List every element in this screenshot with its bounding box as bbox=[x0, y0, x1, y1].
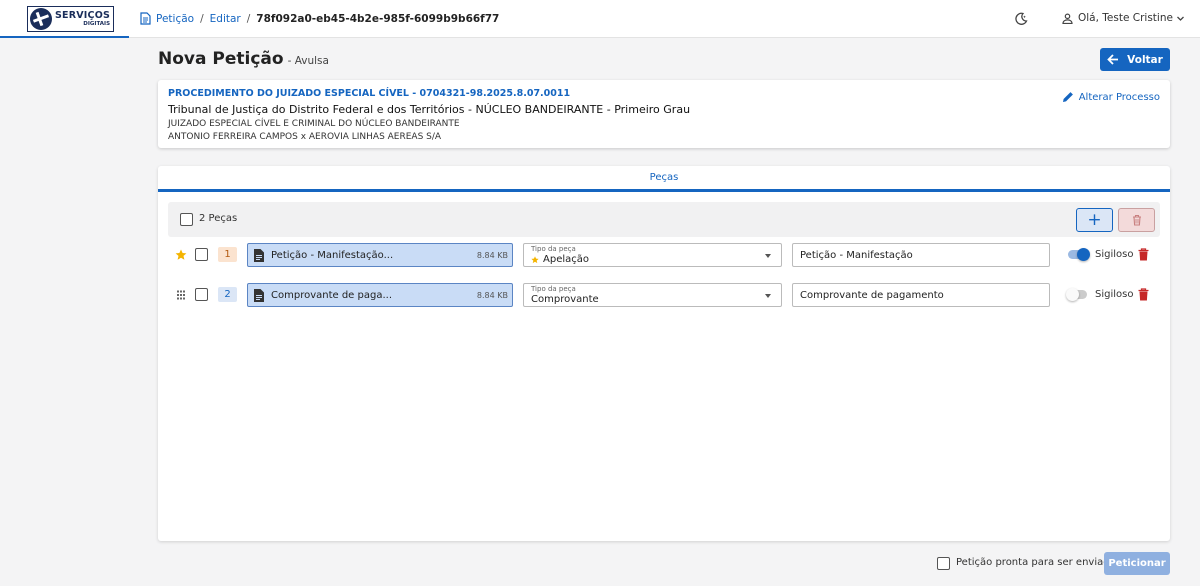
delete-pieces-button[interactable] bbox=[1118, 208, 1155, 232]
add-piece-button[interactable]: + bbox=[1076, 208, 1113, 232]
piece-type-select[interactable]: Tipo da peça Apelação bbox=[523, 243, 782, 267]
breadcrumb: Petição / Editar / 78f092a0-eb45-4b2e-98… bbox=[140, 12, 499, 25]
user-menu[interactable]: Olá, Teste Cristine bbox=[1062, 12, 1190, 24]
piece-file[interactable]: Comprovante de paga... 8.84 KB bbox=[247, 283, 513, 307]
confidential-toggle[interactable] bbox=[1066, 287, 1087, 301]
dark-mode-icon[interactable] bbox=[1014, 12, 1028, 26]
ready-to-send-label: Petição pronta para ser enviada bbox=[956, 557, 1116, 568]
breadcrumb-separator: / bbox=[200, 12, 204, 25]
dropdown-caret-icon bbox=[765, 254, 771, 258]
piece-file-size: 8.84 KB bbox=[476, 250, 508, 260]
file-icon bbox=[254, 248, 264, 262]
breadcrumb-separator: / bbox=[246, 12, 251, 25]
pieces-toolbar: 2 Peças + bbox=[168, 202, 1160, 237]
piece-description-input[interactable]: Petição - Manifestação bbox=[792, 243, 1050, 267]
delete-piece-icon[interactable] bbox=[1138, 288, 1149, 301]
piece-checkbox[interactable] bbox=[195, 248, 208, 261]
confidential-label: Sigiloso bbox=[1095, 249, 1134, 260]
piece-type-value: Comprovante bbox=[531, 294, 599, 305]
breadcrumb-current-id: 78f092a0-eb45-4b2e-985f-6099b9b66f77 bbox=[256, 12, 500, 25]
breadcrumb-editar[interactable]: Editar bbox=[210, 13, 241, 25]
piece-description-input[interactable]: Comprovante de pagamento bbox=[792, 283, 1050, 307]
page-title-text: Nova Petição bbox=[158, 49, 284, 69]
process-court: Tribunal de Justiça do Distrito Federal … bbox=[168, 103, 691, 116]
star-icon[interactable] bbox=[175, 249, 187, 261]
piece-file-size: 8.84 KB bbox=[476, 290, 508, 300]
ready-to-send-checkbox[interactable] bbox=[937, 557, 950, 570]
pieces-panel: Peças 2 Peças + 1 Petição - Manifestação… bbox=[158, 166, 1170, 541]
process-title[interactable]: PROCEDIMENTO DO JUIZADO ESPECIAL CÍVEL -… bbox=[168, 88, 1160, 99]
user-icon bbox=[1062, 12, 1073, 24]
arrow-left-icon bbox=[1107, 54, 1119, 65]
piece-file-name: Comprovante de paga... bbox=[271, 289, 393, 301]
chevron-down-icon bbox=[1176, 16, 1184, 21]
piece-number: 2 bbox=[218, 287, 237, 302]
piece-file-name: Petição - Manifestação... bbox=[271, 249, 394, 261]
piece-row: 2 Comprovante de paga... 8.84 KB Tipo da… bbox=[158, 282, 1170, 308]
page-title: Nova Petição - Avulsa bbox=[158, 49, 329, 69]
submit-petition-button[interactable]: Peticionar bbox=[1104, 552, 1170, 575]
top-bar: SERVIÇOS DIGITAIS Petição / Editar / 78f… bbox=[0, 0, 1200, 38]
user-greeting: Olá, Teste Cristine bbox=[1078, 12, 1173, 24]
confidential-toggle[interactable] bbox=[1068, 247, 1090, 261]
piece-file[interactable]: Petição - Manifestação... 8.84 KB bbox=[247, 243, 513, 267]
piece-number: 1 bbox=[218, 247, 237, 262]
page-subtitle: - Avulsa bbox=[287, 55, 329, 67]
dropdown-caret-icon bbox=[765, 294, 771, 298]
delete-piece-icon[interactable] bbox=[1138, 248, 1149, 261]
process-unit: JUIZADO ESPECIAL CÍVEL E CRIMINAL DO NÚC… bbox=[168, 119, 460, 129]
piece-type-select[interactable]: Tipo da peça Comprovante bbox=[523, 283, 782, 307]
piece-type-label: Tipo da peça bbox=[531, 245, 576, 253]
select-all-checkbox[interactable] bbox=[180, 213, 193, 226]
change-process-label: Alterar Processo bbox=[1078, 91, 1160, 103]
trash-icon bbox=[1132, 214, 1141, 226]
logo-emblem bbox=[30, 8, 52, 30]
file-icon bbox=[254, 288, 264, 302]
back-button[interactable]: Voltar bbox=[1100, 48, 1170, 71]
piece-checkbox[interactable] bbox=[195, 288, 208, 301]
star-icon bbox=[531, 255, 539, 263]
piece-row: 1 Petição - Manifestação... 8.84 KB Tipo… bbox=[158, 242, 1170, 268]
app-logo[interactable]: SERVIÇOS DIGITAIS bbox=[27, 6, 114, 32]
breadcrumb-peticao[interactable]: Petição bbox=[156, 13, 194, 25]
pieces-count: 2 Peças bbox=[199, 213, 238, 224]
piece-type-value: Apelação bbox=[543, 254, 589, 265]
drag-handle-icon[interactable] bbox=[175, 289, 187, 301]
process-card: PROCEDIMENTO DO JUIZADO ESPECIAL CÍVEL -… bbox=[158, 80, 1170, 148]
logo-text-line2: DIGITAIS bbox=[83, 20, 111, 27]
tab-pecas[interactable]: Peças bbox=[158, 166, 1170, 192]
pencil-icon bbox=[1062, 92, 1073, 102]
logo-area[interactable]: SERVIÇOS DIGITAIS bbox=[0, 0, 129, 38]
document-icon bbox=[140, 12, 151, 25]
change-process-button[interactable]: Alterar Processo bbox=[1062, 91, 1160, 103]
logo-text-line1: SERVIÇOS bbox=[55, 10, 111, 21]
back-button-label: Voltar bbox=[1127, 53, 1163, 66]
process-parties: ANTONIO FERREIRA CAMPOS x AEROVIA LINHAS… bbox=[168, 132, 442, 142]
piece-type-label: Tipo da peça bbox=[531, 285, 576, 293]
confidential-label: Sigiloso bbox=[1095, 289, 1134, 300]
